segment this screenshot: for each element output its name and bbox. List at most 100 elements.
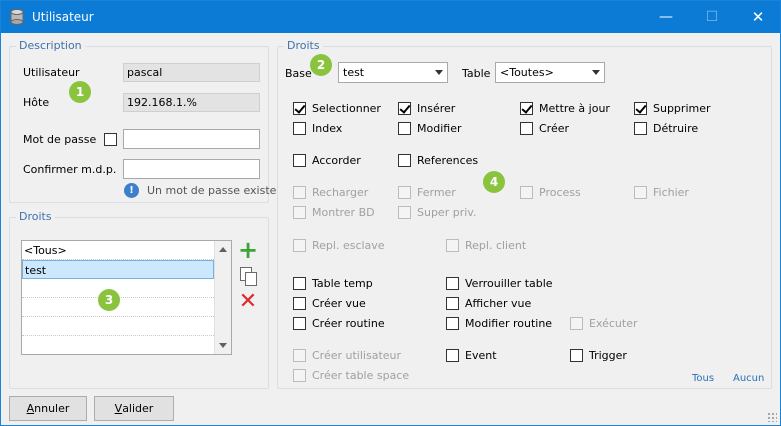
close-button[interactable]: ✕: [735, 1, 781, 33]
creer-utilisateur-label: Créer utilisateur: [312, 349, 402, 362]
table-temp-label: Table temp: [312, 277, 373, 290]
verrouiller-table-checkbox[interactable]: [446, 277, 459, 290]
title-bar[interactable]: Utilisateur — ☐ ✕: [1, 1, 780, 33]
afficher-vue-checkbox[interactable]: [446, 297, 459, 310]
confirm-password-input[interactable]: [123, 159, 260, 179]
creer-table-space-checkbox: [293, 369, 306, 382]
fermer-checkbox: [398, 186, 411, 199]
description-legend: Description: [16, 39, 85, 52]
modifier-routine-checkbox[interactable]: [446, 317, 459, 330]
info-icon: !: [124, 183, 139, 198]
references-checkbox[interactable]: [398, 154, 411, 167]
window-title: Utilisateur: [32, 10, 94, 24]
validate-label-rest: alider: [122, 402, 154, 415]
callout-badge-2: 2: [310, 54, 332, 76]
list-item-empty: [22, 336, 214, 355]
modifier-routine-label: Modifier routine: [465, 317, 553, 330]
selectionner-checkbox[interactable]: [293, 102, 306, 115]
event-checkbox[interactable]: [446, 349, 459, 362]
list-item-empty: [22, 317, 214, 336]
scroll-up-icon[interactable]: [219, 247, 227, 252]
user-field: pascal: [123, 63, 260, 82]
creer-utilisateur-checkbox: [293, 349, 306, 362]
user-dialog: Utilisateur — ☐ ✕ Description Utilisateu…: [0, 0, 781, 426]
resize-grip[interactable]: [767, 412, 777, 422]
base-select[interactable]: test: [338, 62, 448, 83]
montrer-bd-label: Montrer BD: [312, 206, 375, 219]
password-label: Mot de passe: [23, 133, 97, 146]
creer-routine-checkbox[interactable]: [293, 317, 306, 330]
delete-button[interactable]: ✕: [237, 291, 259, 313]
executer-label: Exécuter: [589, 317, 638, 330]
table-select[interactable]: <Toutes>: [495, 62, 605, 83]
add-button[interactable]: +: [237, 236, 259, 264]
host-field: 192.168.1.%: [123, 93, 260, 112]
inserer-label: Insérer: [417, 102, 456, 115]
index-checkbox[interactable]: [293, 122, 306, 135]
maximize-button: ☐: [705, 9, 719, 25]
list-scrollbar[interactable]: [214, 241, 231, 354]
process-checkbox: [520, 186, 533, 199]
list-item[interactable]: <Tous>: [22, 241, 214, 260]
event-label: Event: [465, 349, 497, 362]
cancel-button[interactable]: Annuler: [9, 396, 87, 421]
fichier-label: Fichier: [653, 186, 689, 199]
repl-esclave-checkbox: [293, 239, 306, 252]
password-input[interactable]: [123, 129, 260, 149]
select-none-link[interactable]: Aucun: [733, 373, 764, 384]
confirm-password-label: Confirmer m.d.p.: [23, 163, 117, 176]
delete-icon: ✕: [238, 289, 258, 314]
callout-badge-1: 1: [69, 81, 91, 103]
accorder-checkbox[interactable]: [293, 154, 306, 167]
fichier-checkbox: [634, 186, 647, 199]
chevron-down-icon: [592, 70, 600, 75]
scroll-down-icon[interactable]: [219, 343, 227, 348]
droits-privileges-legend: Droits: [284, 39, 323, 52]
modifier-checkbox[interactable]: [398, 122, 411, 135]
callout-badge-4: 4: [483, 171, 505, 193]
repl-client-checkbox: [446, 239, 459, 252]
table-label: Table: [462, 67, 491, 80]
validate-accel: V: [114, 402, 123, 415]
creer-routine-label: Créer routine: [312, 317, 385, 330]
fermer-label: Fermer: [417, 186, 456, 199]
supprimer-checkbox[interactable]: [634, 102, 647, 115]
chevron-down-icon: [435, 70, 443, 75]
validate-button[interactable]: Valider: [94, 396, 174, 421]
modifier-label: Modifier: [417, 122, 462, 135]
detruire-checkbox[interactable]: [634, 122, 647, 135]
host-label: Hôte: [23, 96, 50, 109]
copy-button[interactable]: [237, 265, 259, 287]
mettre-a-jour-checkbox[interactable]: [520, 102, 533, 115]
inserer-checkbox[interactable]: [398, 102, 411, 115]
cancel-label-rest: nnuler: [34, 402, 70, 415]
accorder-label: Accorder: [312, 154, 361, 167]
index-label: Index: [312, 122, 343, 135]
mettre-a-jour-label: Mettre à jour: [539, 102, 610, 115]
list-item-selected[interactable]: test: [22, 260, 214, 279]
creer-vue-checkbox[interactable]: [293, 297, 306, 310]
process-label: Process: [539, 186, 581, 199]
repl-esclave-label: Repl. esclave: [312, 239, 385, 252]
executer-checkbox: [570, 317, 583, 330]
plus-icon: +: [237, 236, 259, 264]
database-icon: [10, 9, 24, 25]
verrouiller-table-label: Verrouiller table: [465, 277, 553, 290]
supprimer-label: Supprimer: [653, 102, 711, 115]
base-select-value: test: [343, 66, 365, 79]
select-all-link[interactable]: Tous: [692, 373, 714, 384]
creer-table-space-label: Créer table space: [312, 369, 410, 382]
copy-icon: [240, 267, 257, 286]
password-checkbox[interactable]: [104, 133, 117, 146]
creer-vue-label: Créer vue: [312, 297, 366, 310]
databases-listbox[interactable]: <Tous> test: [21, 240, 232, 355]
minimize-button[interactable]: —: [643, 1, 689, 33]
table-temp-checkbox[interactable]: [293, 277, 306, 290]
creer-checkbox[interactable]: [520, 122, 533, 135]
repl-client-label: Repl. client: [465, 239, 527, 252]
detruire-label: Détruire: [653, 122, 699, 135]
selectionner-label: Selectionner: [312, 102, 381, 115]
user-label: Utilisateur: [23, 66, 80, 79]
montrer-bd-checkbox: [293, 206, 306, 219]
trigger-checkbox[interactable]: [570, 349, 583, 362]
